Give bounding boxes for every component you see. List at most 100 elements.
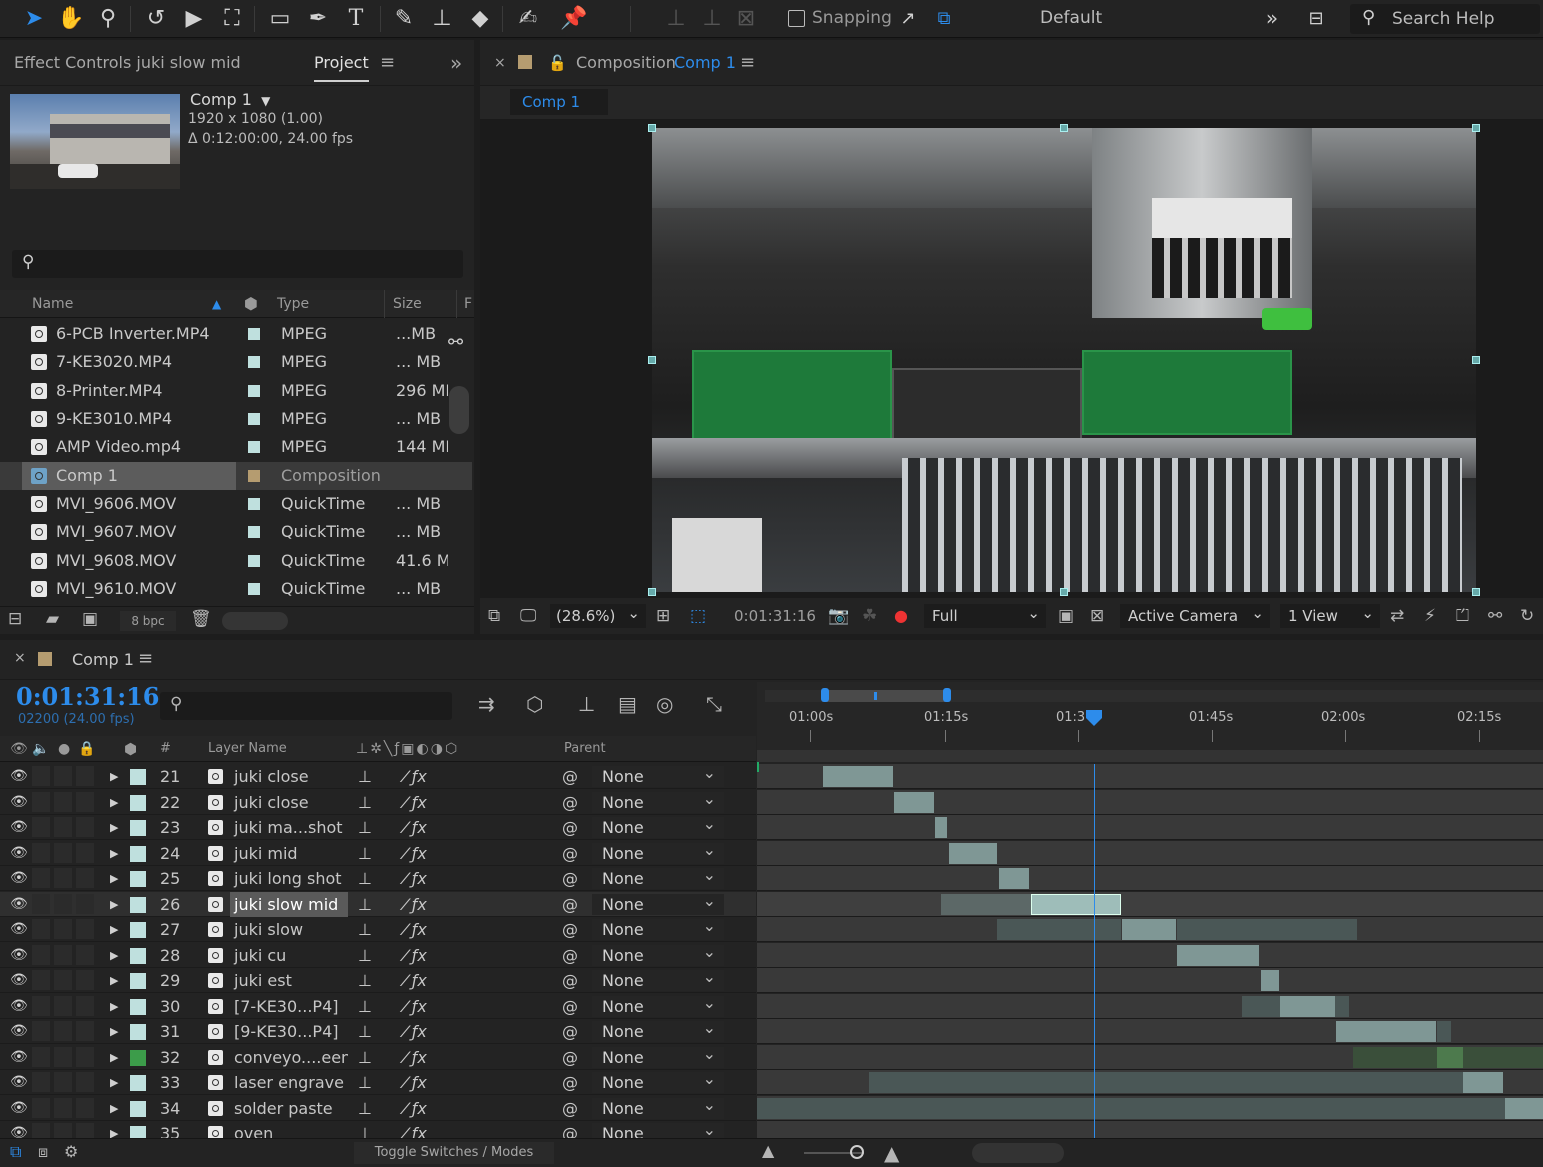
interpret-footage-icon[interactable]: ⊟ xyxy=(8,609,22,629)
zoom-tool-icon[interactable]: ⚲ xyxy=(92,3,124,33)
table-row[interactable]: 👁 ▶ 33 laser engrave ⊥ ⁄ ƒx @ None xyxy=(0,1068,756,1095)
table-row[interactable]: 👁 ▶ 25 juki long shot ⊥ ⁄ ƒx @ None xyxy=(0,864,756,891)
list-item[interactable]: 8-Printer.MP4MPEG296 MB xyxy=(0,377,472,405)
layer-bar[interactable] xyxy=(935,817,947,838)
toggle-pixel-aspect-icon[interactable]: ⇄ xyxy=(1390,598,1404,634)
layer-bar-trimmed[interactable] xyxy=(869,1072,1463,1093)
clone-stamp-tool-icon[interactable]: ⊥ xyxy=(426,3,458,33)
workspace-menu-icon[interactable]: ⊟ xyxy=(1300,3,1332,33)
col-size[interactable]: Size xyxy=(393,290,422,318)
resolution-dropdown[interactable]: Full ⌄ xyxy=(924,604,1046,628)
timeline-icon[interactable]: ⏍ xyxy=(1456,598,1469,634)
list-item[interactable]: MVI_9608.MOVQuickTime41.6 MB xyxy=(0,547,472,575)
brush-tool-icon[interactable]: ✎ xyxy=(388,3,420,33)
composition-tab-label[interactable]: Composition xyxy=(576,40,676,86)
lock-icon[interactable]: 🔓 xyxy=(548,40,567,86)
new-folder-icon[interactable]: ▰ xyxy=(46,609,59,629)
expand-panels-icon[interactable]: » xyxy=(450,40,462,86)
zoom-out-icon[interactable]: ▲ xyxy=(762,1141,774,1160)
list-item[interactable]: 9-KE3010.MP4 MPEG... MB xyxy=(0,405,472,433)
comp-viewer-tab[interactable]: Comp 1 xyxy=(510,89,608,115)
in-out-toggle-icon[interactable]: ⚙ xyxy=(64,1142,78,1161)
layer-bar-trimmed[interactable] xyxy=(1177,919,1357,940)
layer-search-input[interactable]: ⚲ xyxy=(160,692,452,720)
table-row[interactable]: 👁 ▶ 31 [9-KE30...P4] ⊥ ⁄ ƒx @ None xyxy=(0,1017,756,1044)
flowchart-icon[interactable]: ⚯ xyxy=(1488,598,1502,634)
roto-brush-tool-icon[interactable]: ✍ xyxy=(512,3,544,33)
table-row[interactable]: 👁 ▶ 21 juki close ⊥ ⁄ ƒx @ None xyxy=(0,764,756,789)
list-item[interactable]: 7-KE3020.MP4 MPEG... MB xyxy=(0,348,472,376)
composition-mini-flowchart-icon[interactable]: ⇉ xyxy=(478,692,495,716)
rotate-tool-icon[interactable]: ↺ xyxy=(140,3,172,33)
horizontal-scrollbar[interactable] xyxy=(222,612,288,630)
parent-dropdown[interactable]: None xyxy=(592,1017,724,1042)
shy-layers-icon[interactable]: ⊥ xyxy=(578,692,595,716)
time-ruler[interactable]: 01:00s 01:15s 01:30s 01:45s 02:00s 02:15… xyxy=(757,682,1543,762)
work-area-end-handle[interactable] xyxy=(943,688,951,702)
current-time-display[interactable]: 0:01:31:16 xyxy=(16,682,159,711)
lock-switch-icon[interactable]: 🔒 xyxy=(78,736,95,762)
parent-dropdown[interactable]: None xyxy=(592,839,724,864)
col-layer-name[interactable]: Layer Name xyxy=(208,736,287,762)
table-row[interactable]: 👁 ▶ 22 juki close ⊥ ⁄ ƒx @ None xyxy=(0,788,756,815)
col-name[interactable]: Name xyxy=(32,290,73,318)
reset-exposure-icon[interactable]: ↻ xyxy=(1520,598,1534,634)
eraser-tool-icon[interactable]: ◆ xyxy=(464,3,496,33)
parent-dropdown[interactable]: None xyxy=(592,1043,724,1068)
snap-edges-icon[interactable]: ↗ xyxy=(892,3,924,33)
table-row[interactable]: 👁 ▶ 34 solder paste ⊥ ⁄ ƒx @ None xyxy=(0,1094,756,1121)
layer-bar[interactable] xyxy=(1505,1097,1543,1119)
layer-bar[interactable] xyxy=(894,791,934,813)
tab-project[interactable]: Project xyxy=(314,44,369,82)
pen-tool-icon[interactable]: ✒ xyxy=(302,3,334,33)
comp-frame-image[interactable] xyxy=(652,128,1476,592)
layer-bar-trimmed[interactable] xyxy=(1437,1021,1451,1042)
table-row[interactable]: 👁 ▶ 28 juki cu ⊥ ⁄ ƒx @ None xyxy=(0,941,756,968)
layer-bar-trimmed[interactable] xyxy=(1353,1046,1437,1068)
color-channels-icon[interactable]: ● xyxy=(894,598,908,634)
camera-dropdown[interactable]: Active Camera ⌄ xyxy=(1120,604,1270,628)
close-tab-icon[interactable]: × xyxy=(494,40,506,86)
project-scrollbar[interactable] xyxy=(449,386,469,434)
view-axis-icon[interactable]: ⊠ xyxy=(730,3,762,33)
work-area-bar[interactable] xyxy=(825,690,949,702)
table-row[interactable]: 👁 ▶ 32 conveyo....een ⊥ ⁄ ƒx @ None xyxy=(0,1043,756,1070)
pan-behind-tool-icon[interactable]: ⛶ xyxy=(216,3,248,33)
transfer-controls-toggle-icon[interactable]: ⧈ xyxy=(38,1142,48,1162)
workspace-default[interactable]: Default xyxy=(1040,8,1102,28)
monitor-icon[interactable]: 🖵 xyxy=(520,598,536,634)
layer-bar[interactable] xyxy=(1261,970,1279,991)
composition-tab-name[interactable]: Comp 1 xyxy=(674,40,736,86)
camera-tool-icon[interactable]: ▶ xyxy=(178,3,210,33)
region-of-interest-icon[interactable]: ▣ xyxy=(1058,598,1074,634)
layer-bar[interactable] xyxy=(1463,1072,1503,1093)
parent-dropdown[interactable]: None xyxy=(592,1068,724,1093)
parent-dropdown[interactable]: None xyxy=(592,813,724,838)
col-type[interactable]: Type xyxy=(277,290,309,318)
panel-menu-icon[interactable]: ≡ xyxy=(380,40,395,86)
tab-effect-controls[interactable]: Effect Controls juki slow mid xyxy=(14,40,241,86)
layer-bar-selected[interactable] xyxy=(1031,893,1121,915)
video-switch-icon[interactable]: 👁 xyxy=(10,736,28,762)
snapping-checkbox[interactable] xyxy=(788,10,805,27)
puppet-pin-tool-icon[interactable]: 📌 xyxy=(558,3,590,33)
layer-switches-toggle-icon[interactable]: ⧉ xyxy=(10,1142,21,1162)
view-layout-dropdown[interactable]: 1 View ⌄ xyxy=(1280,604,1380,628)
zoom-in-icon[interactable]: ▲ xyxy=(884,1141,899,1165)
draft-3d-icon[interactable]: ⬡ xyxy=(526,692,543,716)
list-item-selected[interactable]: Comp 1 Composition xyxy=(0,462,472,490)
parent-dropdown[interactable]: None xyxy=(592,1094,724,1119)
text-tool-icon[interactable]: T xyxy=(340,3,372,33)
fast-preview-icon[interactable]: ⚡ xyxy=(1424,598,1436,634)
new-composition-icon[interactable]: ▣ xyxy=(82,609,98,629)
sort-ascending-icon[interactable]: ▲ xyxy=(212,290,221,318)
parent-dropdown[interactable]: None xyxy=(592,890,724,915)
parent-dropdown[interactable]: None xyxy=(592,941,724,966)
table-row[interactable]: 👁 ▶ 35 oven ⊥ ⁄ ƒx @ None xyxy=(0,1119,756,1138)
table-row[interactable]: 👁 ▶ 27 juki slow ⊥ ⁄ ƒx @ None xyxy=(0,915,756,942)
panel-menu-icon[interactable]: ≡ xyxy=(138,648,153,669)
layer-bar-trimmed[interactable] xyxy=(997,919,1121,940)
timeline-scrollbar[interactable] xyxy=(972,1143,1064,1163)
parent-dropdown[interactable]: None xyxy=(592,992,724,1017)
rectangle-tool-icon[interactable]: ▭ xyxy=(264,3,296,33)
